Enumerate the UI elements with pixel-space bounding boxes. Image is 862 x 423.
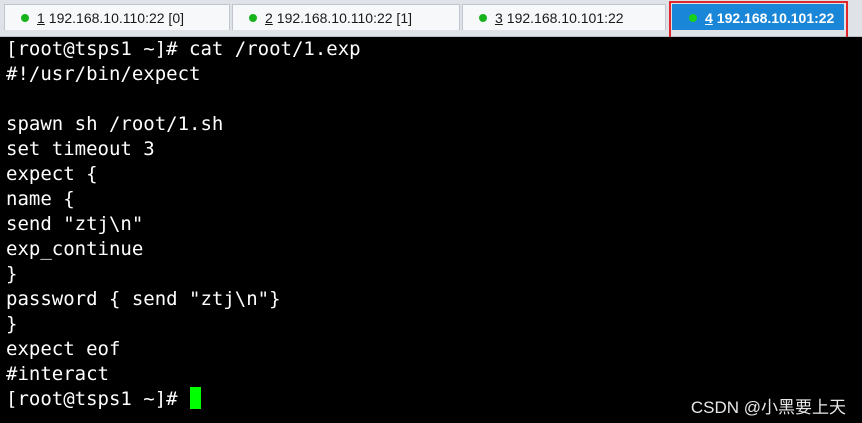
terminal-line: set timeout 3 — [6, 138, 155, 160]
tab-number: 1 — [37, 9, 45, 26]
tab-number: 3 — [495, 9, 503, 26]
tab-bar: 1 192.168.10.110:22 [0] 2 192.168.10.110… — [0, 0, 862, 45]
terminal-output[interactable]: [root@tsps1 ~]# cat /root/1.exp #!/usr/b… — [0, 37, 862, 423]
terminal-line: } — [6, 313, 18, 335]
terminal-line: spawn sh /root/1.sh — [6, 113, 224, 135]
tab-title: 192.168.10.110:22 [1] — [276, 9, 412, 26]
terminal-line: [root@tsps1 ~]# cat /root/1.exp — [6, 38, 361, 60]
tab-number: 2 — [265, 9, 273, 26]
terminal-line: } — [6, 263, 18, 285]
terminal-prompt-line: [root@tsps1 ~]# — [6, 387, 201, 412]
terminal-line: password { send "ztj\n"} — [6, 288, 281, 310]
tab-3[interactable]: 3 192.168.10.101:22 — [462, 4, 666, 30]
tab-title: 192.168.10.101:22 — [506, 9, 624, 26]
connected-status-icon — [21, 13, 29, 22]
tab-title: 192.168.10.110:22 [0] — [48, 9, 184, 26]
terminal-cursor — [189, 387, 201, 409]
terminal-line: exp_continue — [6, 238, 144, 260]
connected-status-icon — [479, 13, 487, 22]
shell-prompt: [root@tsps1 ~]# — [6, 388, 178, 410]
tab-1[interactable]: 1 192.168.10.110:22 [0] — [4, 4, 230, 30]
terminal-line: expect { — [6, 163, 98, 185]
tab-2[interactable]: 2 192.168.10.110:22 [1] — [232, 4, 460, 30]
terminal-line: name { — [6, 188, 75, 210]
watermark: CSDN @小黑要上天 — [690, 398, 846, 417]
terminal-line: #!/usr/bin/expect — [6, 63, 201, 85]
connected-status-icon — [249, 13, 257, 22]
terminal-line: send "ztj\n" — [6, 213, 144, 235]
terminal-line: expect eof — [6, 338, 121, 360]
terminal-line: #interact — [6, 363, 109, 385]
